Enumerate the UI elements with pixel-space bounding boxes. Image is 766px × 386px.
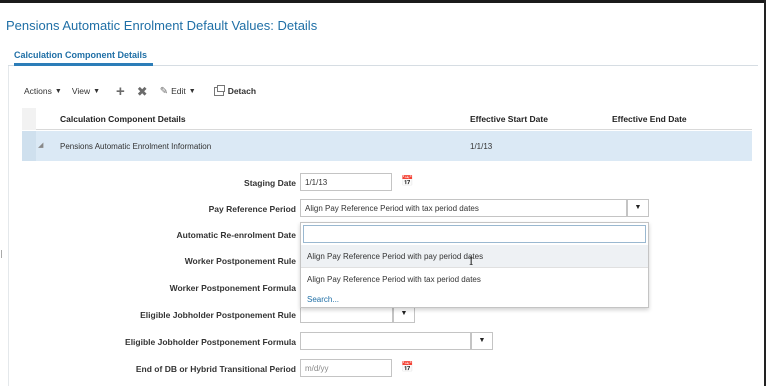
pay-reference-period-label: Pay Reference Period: [208, 204, 296, 214]
table-row[interactable]: ◢ Pensions Automatic Enrolment Informati…: [22, 131, 752, 161]
calendar-icon[interactable]: 📅: [401, 176, 413, 187]
tab-strip: Calculation Component Details: [8, 44, 758, 66]
calendar-icon[interactable]: 📅: [401, 362, 413, 373]
caret-down-icon: ▼: [188, 87, 196, 95]
view-menu[interactable]: View ▼: [72, 86, 100, 96]
tab-calculation-component-details[interactable]: Calculation Component Details: [14, 44, 154, 66]
page-title: Pensions Automatic Enrolment Default Val…: [6, 18, 318, 33]
worker-postponement-rule-label: Worker Postponement Rule: [184, 256, 296, 266]
splitter-handle[interactable]: [1, 250, 4, 258]
column-header-start-date[interactable]: Effective Start Date: [470, 114, 548, 124]
cell-component-name: Pensions Automatic Enrolment Information: [60, 142, 212, 151]
table-header: Calculation Component Details Effective …: [22, 108, 752, 130]
edit-label: Edit: [171, 86, 186, 96]
auto-reenrolment-date-label: Automatic Re-enrolment Date: [176, 230, 297, 240]
eligible-jobholder-postponement-formula-label: Eligible Jobholder Postponement Formula: [125, 337, 296, 347]
staging-date-input[interactable]: 1/1/13: [300, 173, 392, 191]
actions-menu[interactable]: Actions ▼: [24, 86, 62, 96]
dropdown-option-tax-period[interactable]: Align Pay Reference Period with tax peri…: [301, 267, 648, 289]
end-of-db-hybrid-period-input[interactable]: m/d/yy: [300, 359, 392, 377]
column-header-details[interactable]: Calculation Component Details: [60, 114, 186, 124]
detach-label: Detach: [227, 86, 257, 96]
pencil-icon: ✎: [159, 85, 169, 97]
row-gutter-header: [22, 108, 36, 130]
toolbar: Actions ▼ View ▼ + ✖ ✎ Edit ▼ Detach: [24, 84, 266, 99]
column-header-end-date[interactable]: Effective End Date: [612, 114, 687, 124]
actions-label: Actions: [24, 86, 52, 96]
edit-menu[interactable]: ✎ Edit ▼: [160, 86, 196, 97]
view-label: View: [71, 86, 91, 96]
caret-down-icon: ▼: [93, 87, 101, 95]
pay-reference-period-dropdown: Align Pay Reference Period with pay peri…: [300, 222, 649, 308]
staging-date-label: Staging Date: [244, 178, 296, 188]
plus-icon[interactable]: +: [116, 84, 125, 99]
window-top-edge: [0, 0, 766, 3]
eligible-jobholder-postponement-rule-label: Eligible Jobholder Postponement Rule: [140, 310, 296, 320]
end-of-db-hybrid-period-label: End of DB or Hybrid Transitional Period: [135, 364, 296, 374]
row-gutter: [22, 131, 36, 161]
dropdown-filter-input[interactable]: [303, 225, 646, 243]
cell-start-date: 1/1/13: [470, 142, 493, 151]
chevron-down-icon[interactable]: ▼: [627, 199, 649, 217]
pay-reference-period-select[interactable]: Align Pay Reference Period with tax peri…: [300, 199, 627, 217]
dropdown-search-link[interactable]: Search...: [307, 295, 339, 304]
x-icon[interactable]: ✖: [137, 85, 148, 98]
caret-down-icon: ▼: [54, 87, 62, 95]
chevron-down-icon[interactable]: ▼: [471, 332, 493, 350]
detach-button[interactable]: Detach: [213, 84, 257, 96]
detach-icon: [213, 84, 225, 96]
worker-postponement-formula-label: Worker Postponement Formula: [169, 283, 296, 293]
eligible-jobholder-postponement-formula-select[interactable]: [300, 332, 471, 350]
text-cursor-icon: I: [469, 255, 474, 268]
dropdown-option-pay-period[interactable]: Align Pay Reference Period with pay peri…: [301, 245, 648, 267]
expand-triangle-icon[interactable]: ◢: [38, 141, 43, 149]
